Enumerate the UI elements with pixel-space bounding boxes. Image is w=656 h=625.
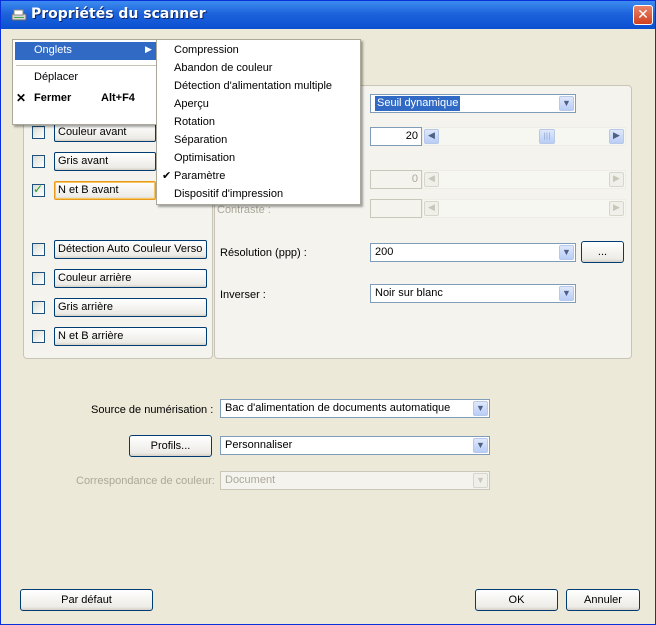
contrast-slider: ◀ ▶ [422, 199, 626, 218]
submenu-item-separation[interactable]: Séparation [174, 134, 227, 146]
color-match-label: Correspondance de couleur: [76, 475, 215, 487]
title-bar[interactable]: Propriétés du scanner ✕ [1, 1, 655, 29]
submenu-item-optimisation[interactable]: Optimisation [174, 152, 235, 164]
checkbox-nb-arriere[interactable] [32, 330, 45, 343]
resolution-label: Résolution (ppp) : [220, 247, 307, 259]
checkbox-nb-avant[interactable] [32, 182, 45, 197]
scanner-icon[interactable] [11, 7, 27, 23]
scan-source-label: Source de numérisation : [91, 404, 214, 416]
resolution-value: 200 [375, 246, 394, 258]
submenu-item-rotation[interactable]: Rotation [174, 116, 215, 128]
window-title: Propriétés du scanner [31, 6, 206, 22]
arrow-left-icon[interactable]: ◀ [424, 129, 439, 144]
system-menu: Onglets ▶ Déplacer ✕ Fermer Alt+F4 [12, 39, 160, 125]
chevron-down-icon: ▼ [473, 473, 488, 488]
submenu-item-multifeed-detection[interactable]: Détection d'alimentation multiple [174, 80, 332, 92]
menu-item-close-shortcut: Alt+F4 [101, 92, 135, 104]
check-mark-icon: ✔ [162, 170, 172, 182]
image-item-gris-arriere[interactable]: Gris arrière [54, 298, 207, 317]
checkbox-gris-arriere[interactable] [32, 301, 45, 314]
cancel-button[interactable]: Annuler [566, 589, 640, 611]
brightness-value-field: 0 [370, 170, 422, 189]
resolution-select[interactable]: 200 ▼ [370, 243, 576, 262]
tabs-submenu: Compression Abandon de couleur Détection… [156, 39, 361, 205]
invert-value: Noir sur blanc [375, 287, 443, 299]
checkbox-gris-avant[interactable] [32, 155, 45, 168]
scan-source-value: Bac d'alimentation de documents automati… [225, 402, 451, 414]
chevron-down-icon[interactable]: ▼ [559, 245, 574, 260]
threshold-mode-value: Seuil dynamique [375, 96, 461, 111]
threshold-slider[interactable]: ◀ ||| ▶ [422, 127, 626, 146]
checkbox-couleur-avant[interactable] [32, 126, 45, 139]
chevron-down-icon[interactable]: ▼ [559, 286, 574, 301]
menu-separator [16, 65, 156, 66]
profiles-value: Personnaliser [225, 439, 293, 451]
contrast-label: Contraste : [217, 204, 271, 216]
brightness-slider: ◀ ▶ [422, 170, 626, 189]
profiles-select[interactable]: Personnaliser ▼ [220, 436, 490, 455]
slider-thumb[interactable]: ||| [539, 129, 555, 144]
image-item-couleur-arriere[interactable]: Couleur arrière [54, 269, 207, 288]
image-item-nb-avant[interactable]: N et B avant [54, 181, 156, 200]
invert-select[interactable]: Noir sur blanc ▼ [370, 284, 576, 303]
chevron-down-icon[interactable]: ▼ [473, 401, 488, 416]
arrow-left-icon: ◀ [424, 201, 439, 216]
arrow-right-icon: ▶ [609, 201, 624, 216]
arrow-right-icon: ▶ [609, 172, 624, 187]
resolution-more-button[interactable]: ... [581, 241, 624, 263]
arrow-right-icon[interactable]: ▶ [609, 129, 624, 144]
image-item-detection-auto-couleur-verso[interactable]: Détection Auto Couleur Verso [54, 240, 207, 259]
checkbox-detection-auto-couleur-verso[interactable] [32, 243, 45, 256]
submenu-item-parameter[interactable]: Paramètre [174, 170, 225, 182]
close-x-icon: ✕ [16, 91, 27, 105]
scanner-properties-window: Propriétés du scanner ✕ Couleur avant Gr… [0, 0, 656, 625]
submenu-item-color-dropout[interactable]: Abandon de couleur [174, 62, 272, 74]
submenu-item-compression[interactable]: Compression [174, 44, 239, 56]
ok-button[interactable]: OK [475, 589, 558, 611]
invert-label: Inverser : [220, 289, 266, 301]
image-item-couleur-avant[interactable]: Couleur avant [54, 123, 156, 142]
checkbox-couleur-arriere[interactable] [32, 272, 45, 285]
color-match-select: Document ▼ [220, 471, 490, 490]
default-button[interactable]: Par défaut [20, 589, 153, 611]
scan-source-select[interactable]: Bac d'alimentation de documents automati… [220, 399, 490, 418]
submenu-item-preview[interactable]: Aperçu [174, 98, 209, 110]
submenu-arrow-icon: ▶ [145, 44, 152, 54]
chevron-down-icon[interactable]: ▼ [473, 438, 488, 453]
menu-item-tabs-label: Onglets [34, 44, 72, 56]
submenu-item-imprinter[interactable]: Dispositif d'impression [174, 188, 283, 200]
contrast-value-field [370, 199, 422, 218]
profiles-button[interactable]: Profils... [129, 435, 212, 457]
threshold-value-field[interactable]: 20 [370, 127, 422, 146]
chevron-down-icon[interactable]: ▼ [559, 96, 574, 111]
close-button[interactable]: ✕ [633, 5, 653, 25]
arrow-left-icon: ◀ [424, 172, 439, 187]
menu-item-close[interactable]: Fermer [34, 92, 71, 104]
menu-item-tabs[interactable]: Onglets ▶ [15, 42, 157, 60]
image-item-nb-arriere[interactable]: N et B arrière [54, 327, 207, 346]
threshold-mode-select[interactable]: Seuil dynamique ▼ [370, 94, 576, 113]
image-item-gris-avant[interactable]: Gris avant [54, 152, 156, 171]
color-match-value: Document [225, 474, 276, 486]
menu-item-move[interactable]: Déplacer [34, 71, 78, 83]
